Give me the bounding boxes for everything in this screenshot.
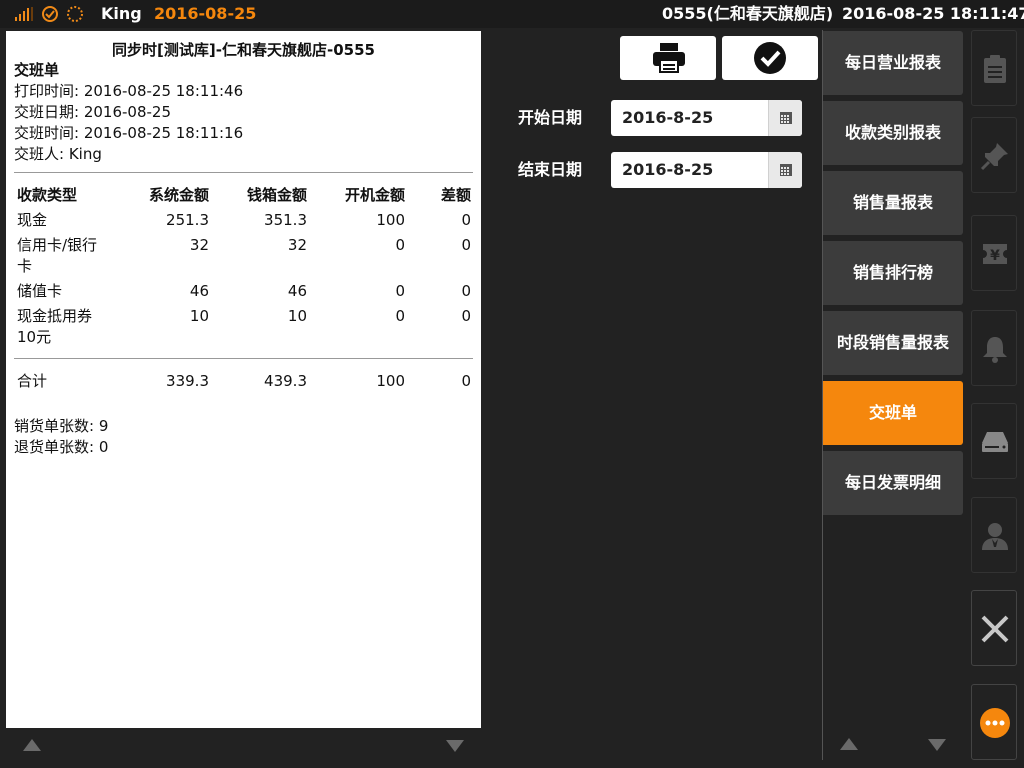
row-diff: 0 — [461, 211, 471, 229]
row-system: 32 — [189, 236, 209, 254]
row-diff: 0 — [461, 282, 471, 300]
scroll-down-icon[interactable] — [446, 740, 464, 752]
row-cashbox: 10 — [287, 307, 307, 325]
status-store: 0555(仁和春天旗舰店) — [662, 4, 834, 23]
menu-scroll-down-icon[interactable] — [928, 739, 946, 751]
row-diff: 0 — [461, 236, 471, 254]
receipt-doc-type: 交班单 — [14, 61, 60, 79]
col-header: 开机金额 — [344, 186, 405, 204]
start-date-label: 开始日期 — [518, 108, 583, 127]
end-date-field[interactable]: 2016-8-25 — [611, 152, 802, 188]
return-count: 退货单张数: 0 — [14, 438, 109, 456]
menu-item-sales-volume-report[interactable]: 销售量报表 — [823, 171, 963, 235]
table-row: 现金 251.3 351.3 100 0 — [6, 210, 481, 232]
print-button[interactable] — [620, 36, 716, 80]
bell-icon — [983, 337, 1007, 363]
row-cashbox: 32 — [287, 236, 307, 254]
row-system: 251.3 — [166, 211, 209, 229]
confirm-button[interactable] — [722, 36, 818, 80]
row-opening: 0 — [395, 236, 405, 254]
menu-scroll-up-icon[interactable] — [840, 738, 858, 750]
row-system: 10 — [189, 307, 209, 325]
rail-clipboard-button[interactable] — [971, 30, 1017, 106]
row-cashbox: 46 — [287, 282, 307, 300]
calendar-icon — [780, 164, 792, 176]
ticket-yen-icon: ¥ — [983, 244, 1007, 264]
shift-receipt: 同步时[测试库]-仁和春天旗舰店-0555 交班单 打印时间: 2016-08-… — [6, 31, 481, 728]
receipt-shift-person: 交班人: King — [14, 145, 102, 163]
rail-bell-button[interactable] — [971, 310, 1017, 386]
row-type: 现金抵用券 — [17, 307, 93, 325]
rail-cashier-button[interactable] — [971, 497, 1017, 573]
menu-item-payment-category-report[interactable]: 收款类别报表 — [823, 101, 963, 165]
end-date-label: 结束日期 — [518, 160, 583, 179]
total-label: 合计 — [17, 372, 48, 390]
total-opening: 100 — [376, 372, 405, 390]
rail-pin-button[interactable] — [971, 117, 1017, 193]
check-circle-icon — [754, 42, 786, 74]
receipt-shift-date: 交班日期: 2016-08-25 — [14, 103, 171, 121]
row-opening: 0 — [395, 307, 405, 325]
scroll-up-icon[interactable] — [23, 739, 41, 751]
signal-icon — [15, 7, 35, 21]
menu-item-daily-business-report[interactable]: 每日营业报表 — [823, 31, 963, 95]
col-header: 系统金额 — [148, 186, 209, 204]
row-type: 现金 — [17, 211, 48, 229]
receipt-print-time: 打印时间: 2016-08-25 18:11:46 — [14, 82, 244, 100]
printer-icon — [653, 43, 685, 73]
row-type-cont: 卡 — [17, 257, 33, 275]
row-system: 46 — [189, 282, 209, 300]
sales-count: 销货单张数: 9 — [14, 417, 109, 435]
sync-icon — [42, 6, 58, 22]
end-date-picker-button[interactable] — [768, 152, 802, 188]
table-row: 现金抵用券 10元 10 10 0 0 — [6, 306, 481, 350]
drive-icon — [982, 432, 1008, 452]
status-date: 2016-08-25 — [154, 4, 257, 23]
end-date-value: 2016-8-25 — [622, 160, 714, 179]
row-cashbox: 351.3 — [264, 211, 307, 229]
row-diff: 0 — [461, 307, 471, 325]
row-type: 信用卡/银行 — [17, 236, 98, 254]
total-cashbox: 439.3 — [264, 372, 307, 390]
col-header: 钱箱金额 — [246, 186, 307, 204]
menu-item-sales-ranking[interactable]: 销售排行榜 — [823, 241, 963, 305]
status-bar: King 2016-08-25 0555(仁和春天旗舰店) 2016-08-25… — [0, 0, 1024, 28]
table-row: 信用卡/银行 卡 32 32 0 0 — [6, 235, 481, 279]
row-opening: 100 — [376, 211, 405, 229]
loading-icon — [67, 6, 83, 22]
pin-icon — [980, 143, 1008, 171]
table-header: 收款类型 系统金额 钱箱金额 开机金额 差额 — [6, 185, 481, 207]
total-system: 339.3 — [166, 372, 209, 390]
rail-ticket-button[interactable]: ¥ — [971, 215, 1017, 291]
start-date-value: 2016-8-25 — [622, 108, 714, 127]
svg-text:¥: ¥ — [990, 248, 1000, 264]
close-icon — [981, 615, 1009, 643]
status-datetime: 2016-08-25 18:11:47 — [842, 4, 1024, 23]
rail-drive-button[interactable] — [971, 403, 1017, 479]
rail-close-button[interactable] — [971, 590, 1017, 666]
receipt-title: 同步时[测试库]-仁和春天旗舰店-0555 — [112, 41, 375, 59]
menu-item-hourly-sales-report[interactable]: 时段销售量报表 — [823, 311, 963, 375]
calendar-icon — [780, 112, 792, 124]
row-type: 储值卡 — [17, 282, 63, 300]
start-date-field[interactable]: 2016-8-25 — [611, 100, 802, 136]
more-icon — [980, 708, 1010, 738]
rail-more-button[interactable] — [971, 684, 1017, 760]
start-date-picker-button[interactable] — [768, 100, 802, 136]
table-total-row: 合计 339.3 439.3 100 0 — [6, 371, 481, 393]
col-header: 收款类型 — [17, 186, 78, 204]
menu-item-daily-invoice-detail[interactable]: 每日发票明细 — [823, 451, 963, 515]
receipt-divider — [14, 172, 473, 173]
row-type-cont: 10元 — [17, 328, 52, 346]
table-row: 储值卡 46 46 0 0 — [6, 281, 481, 303]
menu-item-shift-report[interactable]: 交班单 — [823, 381, 963, 445]
row-opening: 0 — [395, 282, 405, 300]
clipboard-icon — [984, 55, 1006, 83]
receipt-divider — [14, 358, 473, 359]
cashier-icon — [982, 523, 1008, 550]
col-header: 差额 — [440, 186, 471, 204]
total-diff: 0 — [461, 372, 471, 390]
status-user: King — [101, 4, 142, 23]
receipt-shift-time: 交班时间: 2016-08-25 18:11:16 — [14, 124, 244, 142]
